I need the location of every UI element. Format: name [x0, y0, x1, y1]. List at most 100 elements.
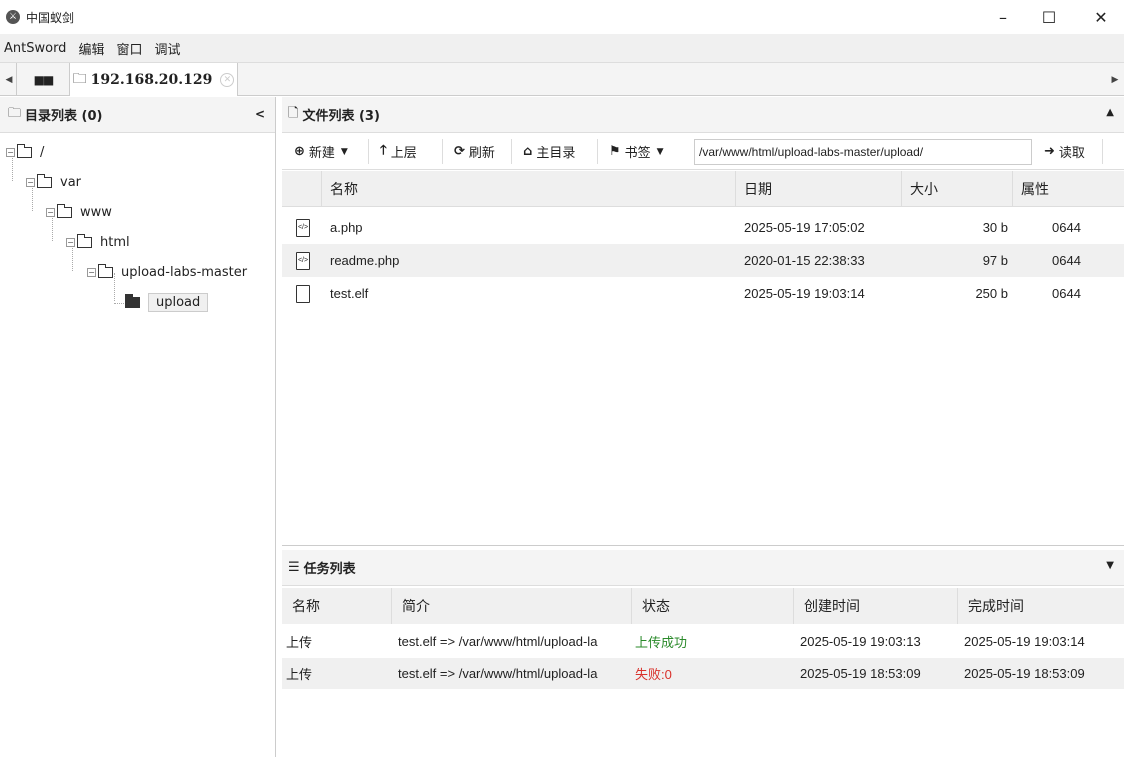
file-attr: 0644	[1052, 286, 1081, 301]
file-attr: 0644	[1052, 253, 1081, 268]
menu-bar: AntSword 编辑 窗口 调试	[0, 34, 1124, 62]
tree-node-label: /	[40, 144, 45, 160]
directory-panel-title: 目录列表 (0)	[25, 109, 103, 124]
tree-node-var[interactable]: − var	[26, 171, 81, 193]
tree-node-www[interactable]: − www	[46, 201, 112, 223]
folder-icon	[98, 263, 113, 278]
task-grid-header: 名称 简介 状态 创建时间 完成时间	[282, 588, 1124, 624]
up-button[interactable]: 🡑 上层	[374, 133, 417, 170]
task-panel-title: 任务列表	[303, 562, 356, 577]
task-panel: ☰ 任务列表 ▼ 名称 简介 状态 创建时间 完成时间 上传 test.elf …	[282, 550, 1124, 757]
collapse-left-icon[interactable]: <	[255, 107, 265, 121]
window-title: 中国蚁剑	[26, 10, 75, 25]
task-desc: test.elf => /var/www/html/upload-la	[398, 634, 598, 649]
file-row[interactable]: test.elf 2025-05-19 19:03:14 250 b 0644	[282, 277, 1124, 310]
title-bar: ⚔ 中国蚁剑 – ☐ ✕	[0, 0, 1124, 34]
file-icon	[296, 284, 310, 303]
minimize-button[interactable]: –	[980, 0, 1026, 34]
folder-outline-icon: 🗀	[8, 105, 22, 121]
file-name: a.php	[330, 220, 363, 235]
expand-icon[interactable]: −	[6, 147, 15, 157]
column-task-created[interactable]: 创建时间	[794, 588, 958, 624]
refresh-icon: ⟳	[454, 144, 465, 159]
directory-panel: 🗀 目录列表 (0) < − / − var − www − html − up…	[0, 97, 276, 757]
directory-panel-header: 🗀 目录列表 (0) <	[0, 97, 275, 133]
maximize-button[interactable]: ☐	[1026, 0, 1072, 34]
arrow-right-icon: ➜	[1044, 144, 1055, 159]
task-row[interactable]: 上传 test.elf => /var/www/html/upload-la 上…	[282, 626, 1124, 657]
php-file-icon: </>	[296, 251, 310, 270]
close-button[interactable]: ✕	[1078, 0, 1124, 34]
folder-icon	[57, 203, 72, 218]
tree-node-root[interactable]: − /	[6, 141, 44, 163]
task-row[interactable]: 上传 test.elf => /var/www/html/upload-la 失…	[282, 658, 1124, 689]
tab-shell-192-168-20-129[interactable]: 🗀 192.168.20.129 ✕	[70, 63, 238, 96]
task-list-icon: ☰	[288, 560, 300, 575]
expand-icon[interactable]: −	[26, 177, 35, 187]
task-name: 上传	[286, 667, 313, 682]
column-task-desc[interactable]: 简介	[392, 588, 632, 624]
column-task-name[interactable]: 名称	[282, 588, 392, 624]
php-file-icon: </>	[296, 218, 310, 237]
task-created: 2025-05-19 18:53:09	[800, 666, 921, 681]
folder-filled-icon	[125, 293, 140, 308]
column-task-finished[interactable]: 完成时间	[958, 588, 1124, 624]
new-button[interactable]: ⊕ 新建 ▼	[288, 133, 348, 170]
file-date: 2020-01-15 22:38:33	[744, 253, 865, 268]
file-name: readme.php	[330, 253, 400, 268]
read-button[interactable]: ➜ 读取	[1038, 133, 1085, 170]
file-date: 2025-05-19 19:03:14	[744, 286, 865, 301]
home-icon: ⌂	[523, 144, 533, 159]
task-created: 2025-05-19 19:03:13	[800, 634, 921, 649]
tab-scroll-right-button[interactable]: ▶	[1108, 63, 1122, 96]
task-name: 上传	[286, 635, 313, 650]
tab-scroll-left-button[interactable]: ◀	[2, 63, 16, 96]
file-panel-header: 🗋 文件列表 (3) ▲	[282, 97, 1124, 133]
file-panel: 🗋 文件列表 (3) ▲ ⊕新建▼ 🡑上层 ⟳刷新 ⌂主目录 ⚑书签▼ ➜读取 …	[282, 97, 1124, 550]
arrow-up-icon: 🡑	[380, 142, 387, 158]
file-grid-header: 名称 日期 大小 属性	[282, 171, 1124, 207]
task-desc: test.elf => /var/www/html/upload-la	[398, 666, 598, 681]
file-outline-icon: 🗋	[288, 105, 299, 121]
refresh-button[interactable]: ⟳ 刷新	[448, 133, 495, 170]
folder-icon	[77, 233, 92, 248]
bookmark-icon: ⚑	[609, 144, 621, 159]
menu-window[interactable]: 窗口	[116, 39, 142, 58]
menu-antsword[interactable]: AntSword	[4, 41, 66, 56]
tree-node-upload[interactable]: upload	[125, 291, 209, 313]
collapse-down-icon[interactable]: ▼	[1106, 560, 1114, 571]
tree-node-html[interactable]: − html	[66, 231, 130, 253]
file-row[interactable]: </> a.php 2025-05-19 17:05:02 30 b 0644	[282, 211, 1124, 244]
antsword-logo-icon: ⚔	[6, 10, 20, 24]
tab-close-icon[interactable]: ✕	[220, 72, 235, 87]
column-date[interactable]: 日期	[736, 171, 902, 207]
expand-icon[interactable]: −	[46, 207, 55, 217]
bookmark-button[interactable]: ⚑ 书签 ▼	[603, 133, 664, 170]
file-size: 250 b	[975, 286, 1008, 301]
tab-home[interactable]: ■■	[16, 63, 70, 96]
file-row[interactable]: </> readme.php 2020-01-15 22:38:33 97 b …	[282, 244, 1124, 277]
tree-node-label: upload	[148, 292, 209, 312]
column-task-status[interactable]: 状态	[632, 588, 794, 624]
expand-icon[interactable]: −	[87, 267, 96, 277]
tab-label: 192.168.20.129	[90, 71, 213, 88]
dropdown-caret-icon: ▼	[340, 146, 348, 157]
folder-outline-icon: 🗀	[72, 70, 87, 87]
grid-icon: ■■	[33, 72, 55, 87]
path-input[interactable]	[694, 139, 1032, 165]
menu-edit[interactable]: 编辑	[78, 39, 104, 58]
column-size[interactable]: 大小	[902, 171, 1013, 207]
folder-icon	[37, 173, 52, 188]
file-name: test.elf	[330, 286, 369, 301]
task-finished: 2025-05-19 18:53:09	[964, 666, 1085, 681]
column-attr[interactable]: 属性	[1013, 171, 1124, 207]
menu-debug[interactable]: 调试	[154, 39, 180, 58]
collapse-up-icon[interactable]: ▲	[1106, 107, 1114, 118]
task-panel-header: ☰ 任务列表 ▼	[282, 550, 1124, 586]
column-name[interactable]: 名称	[322, 171, 736, 207]
tree-node-upload-labs-master[interactable]: − upload-labs-master	[87, 261, 247, 283]
directory-tree: − / − var − www − html − upload-labs-mas…	[0, 133, 275, 753]
expand-icon[interactable]: −	[66, 237, 75, 247]
home-dir-button[interactable]: ⌂ 主目录	[517, 133, 575, 170]
dropdown-caret-icon: ▼	[656, 146, 664, 157]
